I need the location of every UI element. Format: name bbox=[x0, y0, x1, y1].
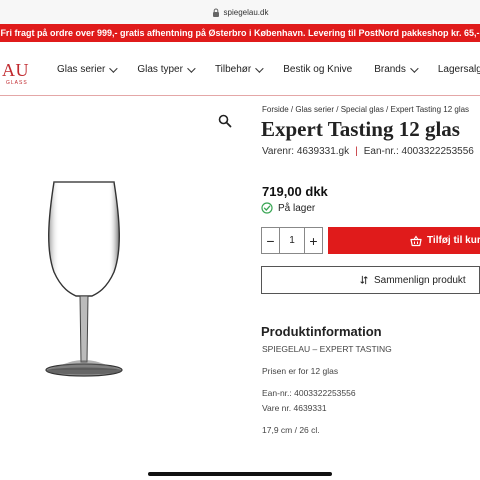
chevron-down-icon bbox=[255, 63, 264, 73]
nav-item-tilbehor[interactable]: Tilbehør bbox=[214, 63, 264, 75]
logo[interactable]: AU bbox=[2, 60, 29, 81]
product-ids: Varenr: 4639331.gk | Ean-nr.: 4003322253… bbox=[262, 146, 474, 157]
site-header: AU GLASS Glas serier Glas typer Tilbehør… bbox=[0, 42, 480, 96]
add-to-cart-label: Tilføj til kurv bbox=[427, 235, 480, 246]
breadcrumb[interactable]: Forside / Glas serier / Special glas / E… bbox=[262, 105, 469, 114]
basket-icon bbox=[410, 235, 422, 246]
promo-text: Fri fragt på ordre over 999,- gratis afh… bbox=[0, 28, 480, 38]
nav-label: Glas serier bbox=[57, 64, 106, 75]
info-line: Vare nr. 4639331 bbox=[262, 403, 327, 413]
decrease-quantity-button[interactable]: − bbox=[262, 228, 279, 253]
logo-subtitle: GLASS bbox=[6, 80, 28, 86]
nav-label: Tilbehør bbox=[214, 64, 252, 75]
lock-icon bbox=[212, 8, 219, 17]
nav-item-glas-typer[interactable]: Glas typer bbox=[137, 63, 196, 75]
in-stock-icon bbox=[261, 202, 273, 214]
compare-button[interactable]: Sammenlign produkt bbox=[261, 266, 480, 294]
product-price: 719,00 dkk bbox=[262, 184, 328, 199]
chevron-down-icon bbox=[410, 63, 419, 73]
nav-label: Brands bbox=[374, 64, 406, 75]
main-nav: Glas serier Glas typer Tilbehør Bestik o… bbox=[57, 63, 480, 75]
quantity-input[interactable]: 1 bbox=[279, 228, 305, 253]
info-line: 17,9 cm / 26 cl. bbox=[262, 425, 320, 435]
varenr: Varenr: 4639331.gk bbox=[262, 146, 350, 157]
promo-banner: Fri fragt på ordre over 999,- gratis afh… bbox=[0, 24, 480, 42]
home-indicator bbox=[148, 472, 332, 476]
product-image[interactable] bbox=[40, 180, 128, 380]
chevron-down-icon bbox=[187, 63, 196, 73]
stock-label: På lager bbox=[278, 202, 316, 214]
page-title: Expert Tasting 12 glas bbox=[261, 117, 460, 141]
browser-url-bar[interactable]: spiegelau.dk bbox=[0, 0, 480, 24]
zoom-icon[interactable] bbox=[218, 114, 232, 128]
info-line: Prisen er for 12 glas bbox=[262, 366, 339, 376]
compare-icon bbox=[360, 275, 368, 285]
nav-item-lagersalg[interactable]: Lagersalg bbox=[438, 64, 480, 75]
compare-label: Sammenlign produkt bbox=[374, 274, 466, 286]
info-line: SPIEGELAU – EXPERT TASTING bbox=[262, 344, 392, 354]
increase-quantity-button[interactable]: + bbox=[305, 228, 322, 253]
nav-item-brands[interactable]: Brands bbox=[374, 63, 419, 75]
add-to-cart-button[interactable]: Tilføj til kurv bbox=[328, 227, 480, 254]
product-info-title: Produktinformation bbox=[261, 324, 382, 339]
id-separator: | bbox=[355, 146, 358, 157]
nav-label: Glas typer bbox=[137, 64, 183, 75]
quantity-stepper[interactable]: − 1 + bbox=[261, 227, 323, 254]
nav-label: Bestik og Knive bbox=[283, 64, 353, 75]
ean-number: Ean-nr.: 4003322253556 bbox=[363, 146, 474, 157]
info-line: Ean-nr.: 4003322253556 bbox=[262, 388, 356, 398]
nav-item-bestik-og-knive[interactable]: Bestik og Knive bbox=[283, 64, 352, 75]
nav-item-glas-serier[interactable]: Glas serier bbox=[57, 63, 119, 75]
nav-label: Lagersalg bbox=[437, 64, 480, 75]
chevron-down-icon bbox=[109, 63, 119, 73]
stock-status: På lager bbox=[261, 202, 315, 214]
url-text: spiegelau.dk bbox=[223, 7, 269, 17]
